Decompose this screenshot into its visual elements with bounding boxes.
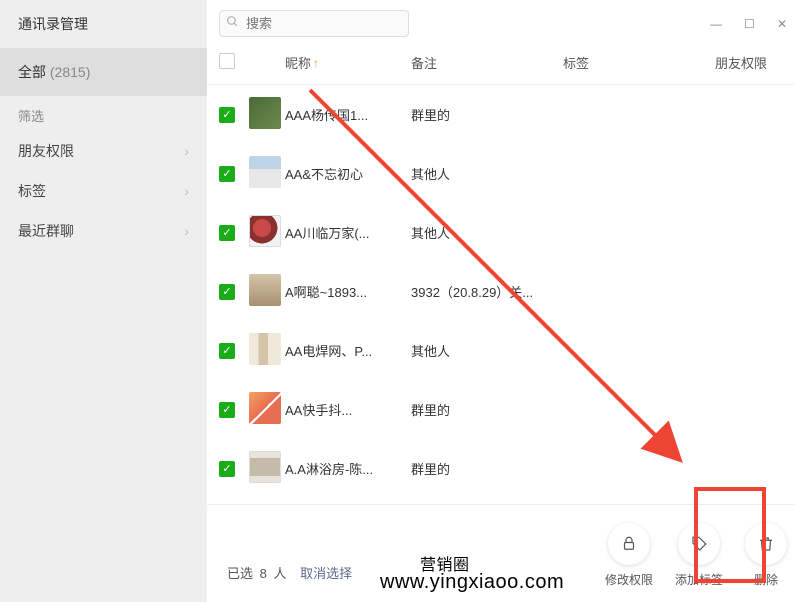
- contact-name: A啊聪~1893...: [285, 282, 411, 301]
- delete-icon: [745, 523, 787, 565]
- watermark: 营销圈 www.yingxiaoo.com: [380, 571, 564, 594]
- contact-remark: 群里的: [411, 105, 563, 124]
- add-tag-icon: [678, 523, 720, 565]
- table-row[interactable]: ✓ AA快手抖... 群里的: [207, 380, 795, 439]
- contact-remark: 其他人: [411, 164, 563, 183]
- add-tag-button[interactable]: 添加标签: [675, 523, 723, 588]
- sidebar-item-label: 最近群聊: [18, 221, 74, 241]
- search-input[interactable]: [219, 10, 409, 37]
- selection-summary: 已选 8 人 取消选择: [227, 563, 352, 588]
- minimize-button[interactable]: —: [710, 17, 722, 31]
- chevron-right-icon: ›: [184, 223, 189, 239]
- contact-remark: 3932（20.8.29）关...: [411, 282, 563, 301]
- column-tag[interactable]: 标签: [563, 53, 715, 72]
- contact-remark: 群里的: [411, 459, 563, 478]
- contact-remark: 其他人: [411, 341, 563, 360]
- sidebar-item-label: 标签: [18, 181, 46, 201]
- all-label: 全部: [18, 64, 46, 80]
- window-controls: — ☐ ✕: [710, 17, 795, 31]
- all-count: (2815): [50, 64, 90, 80]
- action-label: 删除: [754, 571, 778, 588]
- sidebar-item-tag[interactable]: 标签 ›: [0, 171, 207, 211]
- sidebar-item-permission[interactable]: 朋友权限 ›: [0, 131, 207, 171]
- row-checkbox[interactable]: ✓: [219, 166, 235, 182]
- action-label: 修改权限: [605, 571, 653, 588]
- filter-section-label: 筛选: [0, 96, 207, 131]
- table-row[interactable]: ✓ AA川临万家(... 其他人: [207, 203, 795, 262]
- select-all-checkbox[interactable]: [219, 53, 235, 69]
- sidebar-item-recent-group[interactable]: 最近群聊 ›: [0, 211, 207, 251]
- row-checkbox[interactable]: ✓: [219, 461, 235, 477]
- selected-count: 8: [260, 566, 267, 581]
- table-row[interactable]: ✓ A啊聪~1893... 3932（20.8.29）关...: [207, 262, 795, 321]
- sort-ascending-icon: ↑: [313, 56, 319, 70]
- row-checkbox[interactable]: ✓: [219, 107, 235, 123]
- sidebar: 通讯录管理 全部 (2815) 筛选 朋友权限 › 标签 › 最近群聊 ›: [0, 0, 207, 602]
- row-checkbox[interactable]: ✓: [219, 284, 235, 300]
- avatar: [249, 333, 281, 365]
- table-row[interactable]: ✓ AA&不忘初心 其他人: [207, 144, 795, 203]
- table-row[interactable]: ✓ AA电焊网、P... 其他人: [207, 321, 795, 380]
- row-checkbox[interactable]: ✓: [219, 225, 235, 241]
- column-remark[interactable]: 备注: [411, 53, 563, 72]
- action-label: 添加标签: [675, 571, 723, 588]
- avatar: [249, 156, 281, 188]
- contact-name: AAA杨传国1...: [285, 105, 411, 124]
- maximize-button[interactable]: ☐: [744, 17, 755, 31]
- contact-remark: 其他人: [411, 223, 563, 242]
- avatar: [249, 215, 281, 247]
- contact-name: AA川临万家(...: [285, 223, 411, 242]
- contact-name: A.A淋浴房-陈...: [285, 459, 411, 478]
- table-row[interactable]: ✓ A.A淋浴房-陈... 群里的: [207, 439, 795, 498]
- modify-permission-button[interactable]: 修改权限: [605, 523, 653, 588]
- main-panel: — ☐ ✕ 昵称 ↑ 备注 标签 朋友权限 ✓ AAA杨传国1... 群里的 ✓…: [207, 0, 795, 602]
- chevron-right-icon: ›: [184, 183, 189, 199]
- avatar: [249, 274, 281, 306]
- cancel-selection[interactable]: 取消选择: [300, 566, 352, 581]
- contact-list: ✓ AAA杨传国1... 群里的 ✓ AA&不忘初心 其他人 ✓ AA川临万家(…: [207, 85, 795, 504]
- table-header: 昵称 ↑ 备注 标签 朋友权限: [207, 45, 795, 85]
- contact-name: AA快手抖...: [285, 400, 411, 419]
- sidebar-item-label: 朋友权限: [18, 141, 74, 161]
- avatar: [249, 451, 281, 483]
- modify-permission-icon: [608, 523, 650, 565]
- chevron-right-icon: ›: [184, 143, 189, 159]
- delete-button[interactable]: 删除: [745, 523, 787, 588]
- contact-name: AA&不忘初心: [285, 164, 411, 183]
- avatar: [249, 392, 281, 424]
- contact-name: AA电焊网、P...: [285, 341, 411, 360]
- column-nickname[interactable]: 昵称 ↑: [285, 53, 411, 72]
- sidebar-item-all[interactable]: 全部 (2815): [0, 48, 207, 96]
- close-button[interactable]: ✕: [777, 17, 787, 31]
- contact-remark: 群里的: [411, 400, 563, 419]
- row-checkbox[interactable]: ✓: [219, 343, 235, 359]
- row-checkbox[interactable]: ✓: [219, 402, 235, 418]
- sidebar-title: 通讯录管理: [0, 0, 207, 48]
- search-box: [219, 10, 409, 37]
- search-icon: [226, 15, 239, 31]
- avatar: [249, 97, 281, 129]
- column-permission[interactable]: 朋友权限: [715, 53, 795, 72]
- table-row[interactable]: ✓ AAA杨传国1... 群里的: [207, 85, 795, 144]
